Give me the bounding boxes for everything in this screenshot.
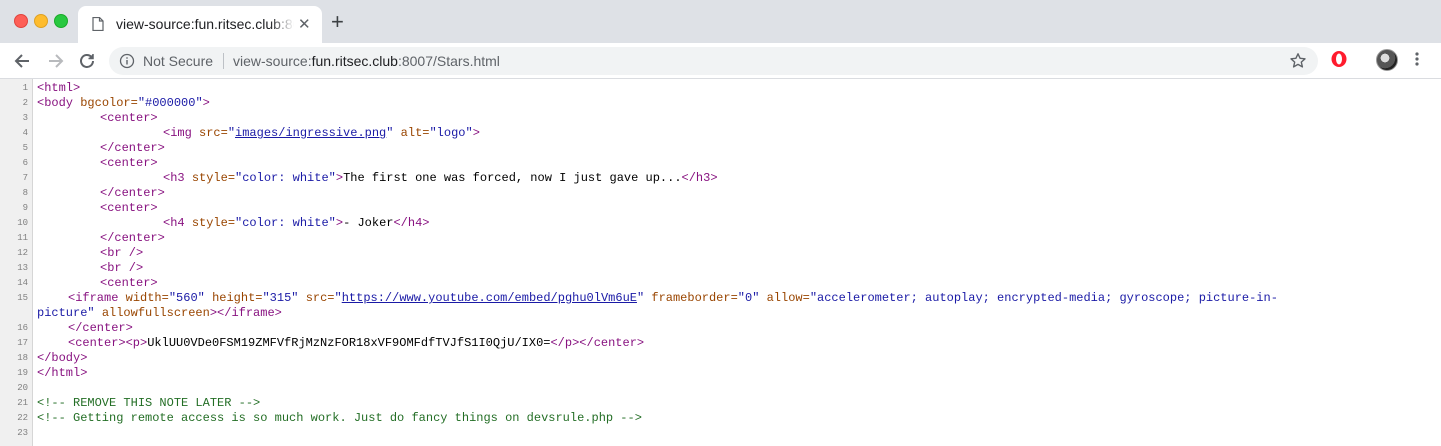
arrow-right-icon[interactable] xyxy=(44,50,66,72)
source-line: 22 <!-- Getting remote access is so much … xyxy=(0,411,1441,426)
arrow-left-icon[interactable] xyxy=(12,50,34,72)
url-text[interactable]: view-source:fun.ritsec.club:8007/Stars.h… xyxy=(233,53,500,69)
source-line: 16 </center> xyxy=(0,321,1441,336)
toolbar: Not Secure view-source:fun.ritsec.club:8… xyxy=(0,43,1441,79)
new-tab-button[interactable]: + xyxy=(331,11,344,33)
line-number: 4 xyxy=(22,128,28,138)
line-number: 19 xyxy=(17,368,28,378)
line-number: 2 xyxy=(22,98,28,108)
address-bar[interactable]: Not Secure view-source:fun.ritsec.club:8… xyxy=(109,47,1318,75)
source-line: 17 <center><p>UklUU0VDe0FSM19ZMFVfRjMzNzF… xyxy=(0,336,1441,351)
line-number: 20 xyxy=(17,383,28,393)
title-bar: view-source:fun.ritsec.club:8007/Stars.h… xyxy=(0,0,1441,43)
source-line: 10 <h4 style="color: white">- Joker</h4> xyxy=(0,216,1441,231)
source-line: 19 </html> xyxy=(0,366,1441,381)
close-window-button[interactable] xyxy=(14,14,28,28)
avatar[interactable] xyxy=(1376,49,1398,71)
source-line: 20 xyxy=(0,381,1441,396)
line-number: 3 xyxy=(22,113,28,123)
source-line: 21 <!-- REMOVE THIS NOTE LATER --> xyxy=(0,396,1441,411)
line-number: 6 xyxy=(22,158,28,168)
source-line: 6 <center> xyxy=(0,156,1441,171)
line-number: 12 xyxy=(17,248,28,258)
tab-view-source[interactable]: view-source:fun.ritsec.club:8007/Stars.h… xyxy=(78,6,322,43)
source-line: 14 <center> xyxy=(0,276,1441,291)
iframe-source-link[interactable]: https://www.youtube.com/embed/pghu0lVm6u… xyxy=(342,291,637,305)
line-number: 10 xyxy=(17,218,28,228)
line-number: 8 xyxy=(22,188,28,198)
line-number: 15 xyxy=(17,293,28,303)
source-line: 15 <iframe width="560" height="315" src="… xyxy=(0,291,1441,306)
source-line-wrap: picture" allowfullscreen></iframe> xyxy=(37,306,282,320)
encoded-text: UklUU0VDe0FSM19ZMFVfRjMzNzFOR18xVF9OMFdf… xyxy=(147,336,551,350)
line-number: 1 xyxy=(22,83,28,93)
line-number: 11 xyxy=(17,233,28,243)
star-icon[interactable] xyxy=(1289,52,1307,75)
line-number: 13 xyxy=(17,263,28,273)
source-line: 8 </center> xyxy=(0,186,1441,201)
source-view: 1 <html> 2 <body bgcolor="#000000"> 3 <cent… xyxy=(0,79,1441,446)
line-number: 5 xyxy=(22,143,28,153)
source-line: 2 <body bgcolor="#000000"> xyxy=(0,96,1441,111)
source-line: 11 </center> xyxy=(0,231,1441,246)
source-line: 1 <html> xyxy=(0,81,1441,96)
line-number: 14 xyxy=(17,278,28,288)
info-icon[interactable] xyxy=(119,53,135,74)
source-line: 3 <center> xyxy=(0,111,1441,126)
line-number: 18 xyxy=(17,353,28,363)
tab-title: view-source:fun.ritsec.club:8007/Stars.h… xyxy=(116,16,294,32)
security-label[interactable]: Not Secure xyxy=(143,53,213,69)
page-icon xyxy=(92,16,104,36)
source-line: 13 <br /> xyxy=(0,261,1441,276)
source-line: 12 <br /> xyxy=(0,246,1441,261)
line-number: 23 xyxy=(17,428,28,438)
line-number: 7 xyxy=(22,173,28,183)
image-source-link[interactable]: images/ingressive.png xyxy=(235,126,386,140)
opera-icon[interactable] xyxy=(1330,50,1348,73)
source-line: 9 <center> xyxy=(0,201,1441,216)
source-line: 18 </body> xyxy=(0,351,1441,366)
source-line: 23 xyxy=(0,426,1441,441)
source-line: 5 </center> xyxy=(0,141,1441,156)
reload-icon[interactable] xyxy=(76,50,98,72)
tab-close-icon[interactable]: ✕ xyxy=(298,15,311,33)
source-line: 4 <img src="images/ingressive.png" alt="l… xyxy=(0,126,1441,141)
comment: <!-- REMOVE THIS NOTE LATER --> xyxy=(37,396,261,410)
minimize-window-button[interactable] xyxy=(34,14,48,28)
line-number: 21 xyxy=(17,398,28,408)
line-number: 16 xyxy=(17,323,28,333)
maximize-window-button[interactable] xyxy=(54,14,68,28)
source-line: 7 <h3 style="color: white">The first one … xyxy=(0,171,1441,186)
line-number: 17 xyxy=(17,338,28,348)
divider xyxy=(223,53,224,69)
menu-dots-icon[interactable] xyxy=(1414,51,1420,72)
line-number: 9 xyxy=(22,203,28,213)
comment: <!-- Getting remote access is so much wo… xyxy=(37,411,642,425)
line-number: 22 xyxy=(17,413,28,423)
